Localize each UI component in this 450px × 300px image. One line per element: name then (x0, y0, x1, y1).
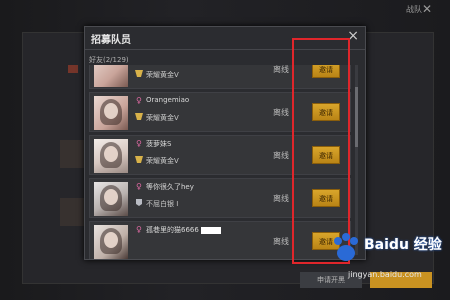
player-rank: 荣耀黄金V (146, 71, 179, 79)
female-icon: ♀ (136, 182, 142, 191)
dialog-title: 招募队员 (91, 35, 131, 46)
player-status: 离线 (273, 237, 289, 246)
avatar (94, 139, 128, 173)
player-name: 菠萝妹S (146, 140, 172, 148)
player-name: 等你很久了hey (146, 183, 194, 191)
background-close-icon[interactable]: ✕ (422, 2, 432, 16)
player-rank: 荣耀黄金V (146, 114, 179, 122)
female-icon: ♀ (136, 96, 142, 105)
rank-icon (135, 113, 143, 120)
female-icon: ♀ (136, 139, 142, 148)
watermark-brand: Baidu 经验 (364, 237, 442, 253)
friends-count: 好友(2/129) (89, 56, 129, 64)
player-rank: 不屈白银 I (146, 200, 179, 208)
team-label[interactable]: 战队 (406, 4, 422, 15)
background-badge (68, 65, 78, 73)
avatar (94, 65, 128, 87)
player-status: 离线 (273, 65, 289, 74)
player-status: 离线 (273, 151, 289, 160)
name-redaction (200, 226, 221, 234)
scrollbar-thumb[interactable] (355, 87, 358, 147)
watermark: Baidu 经验 jingyan.baidu.com (330, 232, 445, 292)
player-status: 离线 (273, 108, 289, 117)
rank-icon (135, 70, 143, 77)
avatar (94, 182, 128, 216)
rank-icon (136, 199, 142, 206)
highlight-annotation (292, 38, 350, 264)
player-status: 离线 (273, 194, 289, 203)
player-name: Orangemiao (146, 96, 190, 104)
avatar (94, 96, 128, 130)
player-rank: 荣耀黄金V (146, 157, 179, 165)
player-name: 孤巷里的猫6666 (146, 225, 221, 235)
watermark-url: jingyan.baidu.com (348, 270, 422, 279)
female-icon: ♀ (136, 225, 142, 234)
paw-icon (334, 233, 358, 261)
rank-icon (135, 156, 143, 163)
avatar (94, 225, 128, 259)
